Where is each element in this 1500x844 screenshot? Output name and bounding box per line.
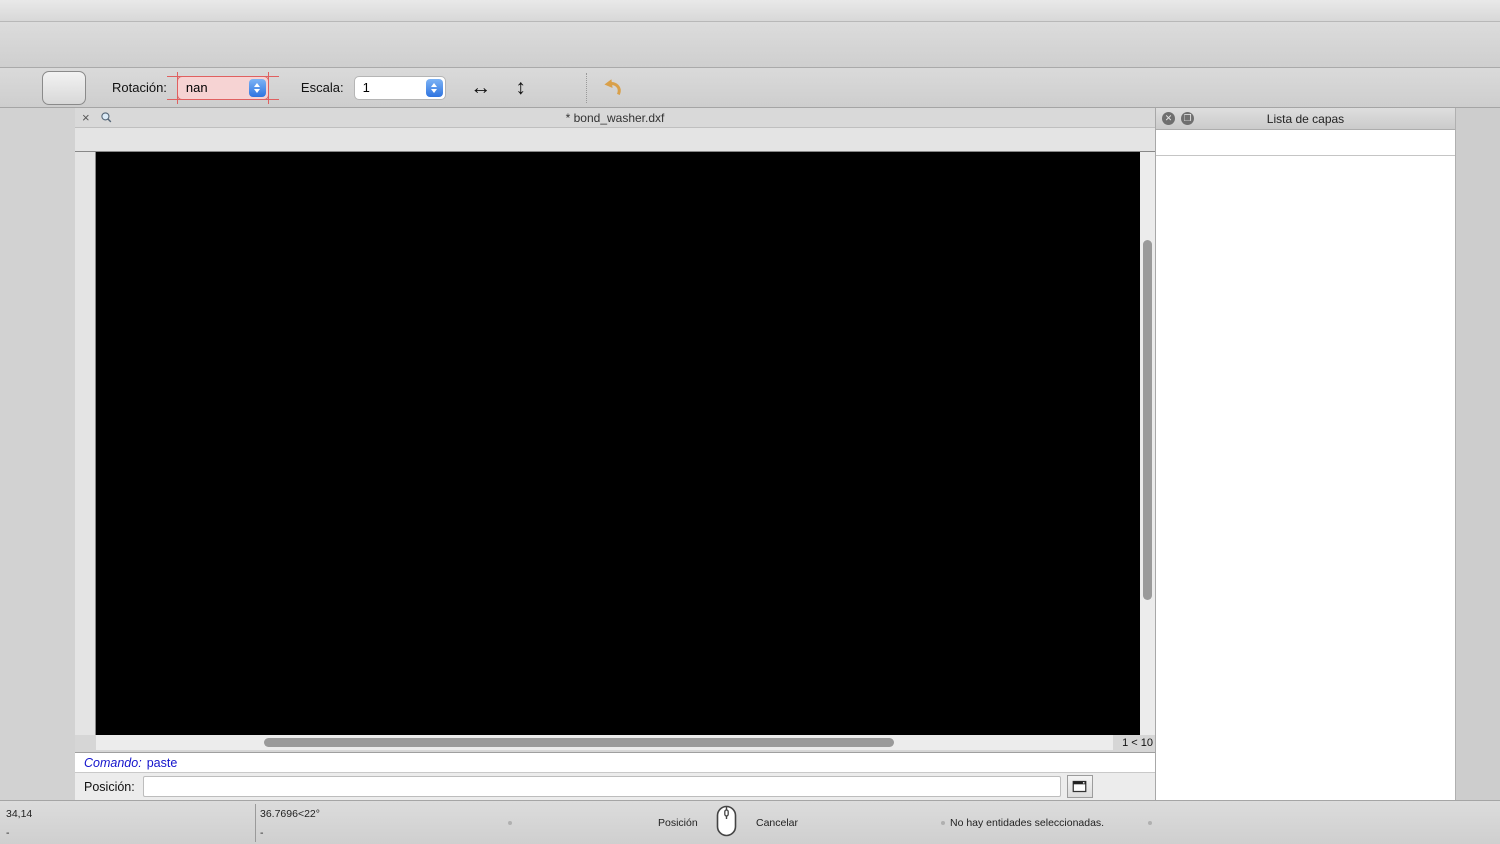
scale-combobox[interactable]: 1 [353,75,446,100]
undo-paste-button[interactable] [594,70,630,106]
scrollbar-thumb[interactable] [264,738,894,747]
menu-bar [0,0,1500,22]
paste-options-toolbar: Rotación: nan Escala: 1 ↔ ↕ [0,68,1500,108]
drawing-canvas[interactable] [96,152,1140,735]
command-history-line: Comando: paste [75,752,1155,773]
command-input-row: Posición: [75,773,1155,800]
layer-panel-toolbar [1156,130,1455,156]
scrollbar-thumb[interactable] [1142,240,1152,600]
mouse-right-hint: Cancelar [756,817,799,829]
statusbar-dot [941,821,945,825]
mouse-left-hint: Posición [658,817,698,829]
horizontal-scrollbar[interactable] [96,735,1116,750]
command-prompt: Comando: [84,755,142,770]
stepper-icon[interactable] [248,78,266,97]
layer-list-panel: Lista de capas ✕ ❐ [1155,108,1455,800]
document-title: * bond_washer.dxf [565,110,665,125]
flip-horizontal-button[interactable]: ↔ [464,71,498,105]
rotation-label: Rotación: [112,80,167,95]
scale-value: 1 [362,80,370,95]
clipboard-icon [51,75,77,101]
horizontal-ruler [75,128,1155,152]
vertical-ruler [75,152,96,735]
mouse-icon [716,805,737,837]
paste-tool-indicator [42,70,86,105]
rotation-value: nan [185,80,208,95]
main-toolbar [0,22,1500,68]
document-area: × * bond_washer.dxf 1 < 10 Comando: past… [75,108,1155,800]
stepper-icon[interactable] [425,78,443,97]
polar-coordinates-relative: - [260,827,264,839]
rotation-combobox[interactable]: nan [176,75,269,100]
orange-undo-icon [603,78,621,95]
absolute-coordinates: 34,14 [6,808,33,820]
command-last: paste [146,755,178,770]
flip-vertical-button[interactable]: ↕ [504,71,538,105]
status-bar: 34,14 - 36.7696<22° - Posición Cancelar … [0,800,1500,844]
statusbar-dot [508,821,512,825]
position-label: Posición: [84,779,135,794]
polar-coordinates: 36.7696<22° [260,808,320,820]
layer-panel-header: Lista de capas ✕ ❐ [1156,108,1455,130]
document-tab-bar: × * bond_washer.dxf [75,108,1155,128]
selection-status: No hay entidades seleccionadas. [950,817,1105,829]
scale-label: Escala: [300,80,344,95]
grid-scale-status: 1 < 10 [1113,735,1155,750]
absolute-coordinates-relative: - [6,827,10,839]
statusbar-dot [1148,821,1152,825]
command-input[interactable] [142,776,1061,797]
layer-panel-title: Lista de capas [1266,111,1345,126]
statusbar-divider [255,804,256,842]
dock-widgets-bar [1455,108,1500,800]
snap-toolbar-dock [0,108,75,802]
detach-command-window-button[interactable] [1066,775,1093,798]
vertical-scrollbar[interactable] [1140,152,1155,735]
